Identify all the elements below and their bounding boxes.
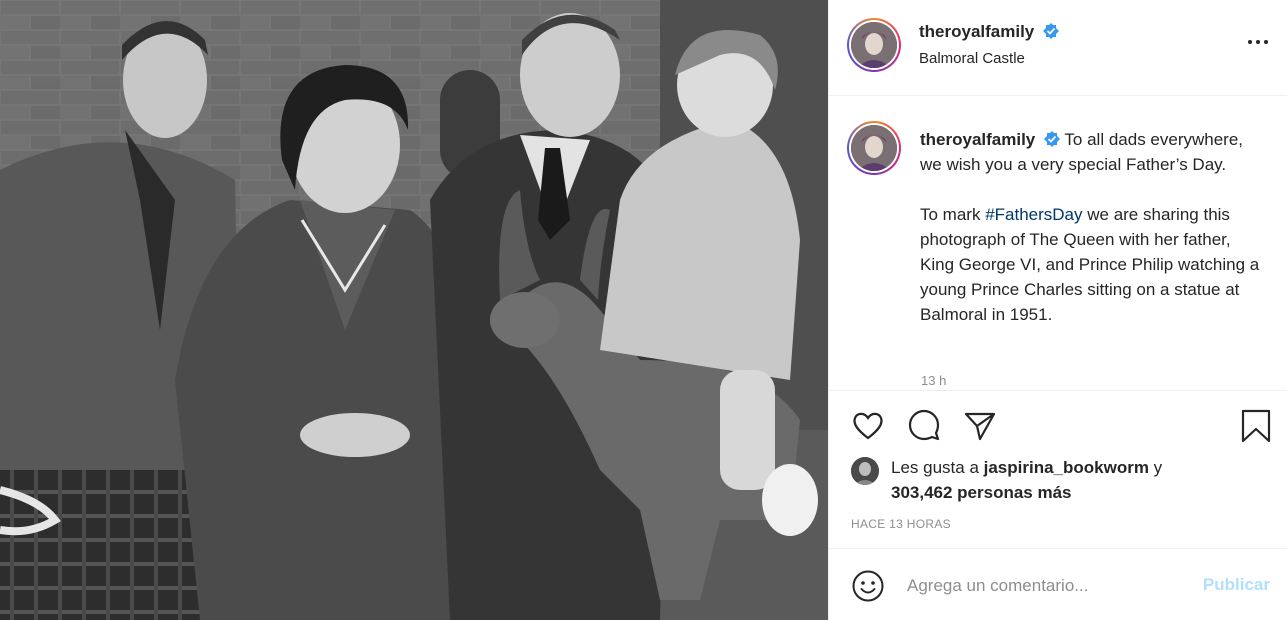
post-photo-image (0, 0, 828, 620)
emoji-icon[interactable] (851, 569, 885, 603)
comment-box: Publicar (829, 548, 1287, 620)
comment-bubble-icon[interactable] (907, 409, 941, 443)
liker-avatar[interactable] (851, 457, 879, 485)
profile-avatar[interactable] (847, 18, 901, 72)
post-date[interactable]: HACE 13 HORAS (851, 517, 951, 531)
likes-count[interactable]: 303,462 personas más (891, 483, 1072, 502)
actions-section: Les gusta a jaspirina_bookworm y 303,462… (829, 390, 1287, 548)
likes-suffix: y (1148, 458, 1163, 477)
verified-badge-icon (1044, 131, 1060, 147)
verified-badge-icon (1042, 23, 1059, 39)
profile-avatar-icon (851, 22, 897, 68)
save-bookmark-icon[interactable] (1239, 409, 1273, 443)
post-username[interactable]: theroyalfamily (919, 22, 1034, 41)
liker-username[interactable]: jaspirina_bookworm (984, 458, 1149, 477)
share-send-icon[interactable] (963, 409, 997, 443)
post-photo[interactable] (0, 0, 828, 620)
more-options-icon[interactable] (1246, 30, 1270, 54)
likes-text: Les gusta a jaspirina_bookworm y 303,462… (891, 455, 1251, 505)
like-heart-icon[interactable] (851, 409, 885, 443)
caption-avatar[interactable] (847, 121, 901, 175)
caption-text: theroyalfamily To all dads everywhere, w… (920, 127, 1265, 352)
publish-button[interactable]: Publicar (1203, 575, 1270, 595)
post-location[interactable]: Balmoral Castle (919, 50, 1025, 67)
caption-avatar-icon (851, 125, 897, 171)
hashtag-link[interactable]: #FathersDay (985, 205, 1082, 224)
liker-avatar-icon (851, 457, 879, 485)
post-side-panel: theroyalfamily Balmoral Castle theroyalf… (828, 0, 1287, 620)
post-header: theroyalfamily Balmoral Castle (829, 0, 1287, 96)
caption-p2-before: To mark (920, 205, 986, 224)
caption-area: theroyalfamily To all dads everywhere, w… (829, 97, 1287, 389)
comment-input[interactable] (907, 569, 1187, 603)
caption-username[interactable]: theroyalfamily (920, 130, 1035, 149)
likes-prefix: Les gusta a (891, 458, 984, 477)
caption-time: 13 h (921, 373, 947, 388)
